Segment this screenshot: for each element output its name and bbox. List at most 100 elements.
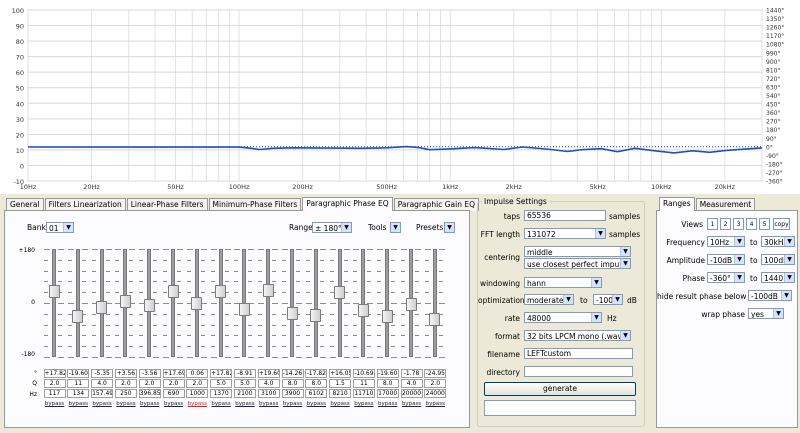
bypass-link[interactable]: bypass [258, 401, 280, 407]
filename-field[interactable]: LEFTcustom [524, 348, 633, 359]
bypass-link[interactable]: bypass [282, 401, 304, 407]
slider-track[interactable] [75, 249, 80, 357]
bypass-link[interactable]: bypass [424, 401, 446, 407]
frequency-value-field[interactable]: 1370 [210, 389, 233, 398]
slider-thumb[interactable] [143, 299, 155, 313]
q-value-field[interactable]: 5.0 [210, 379, 233, 388]
frequency-value-field[interactable]: 6102 [305, 389, 328, 398]
frequency-value-field[interactable]: 1000 [186, 389, 209, 398]
bypass-link[interactable]: bypass [234, 401, 256, 407]
view-button-1[interactable]: 1 [707, 218, 718, 230]
frequency-value-field[interactable]: 24000 [424, 389, 447, 398]
bypass-link[interactable]: bypass [115, 401, 137, 407]
view-button-4[interactable]: 4 [746, 218, 757, 230]
slider-thumb[interactable] [405, 298, 417, 312]
slider-track[interactable] [171, 249, 175, 357]
hide-phase-select[interactable]: -100dB ▼ [748, 290, 792, 301]
slider-track[interactable] [361, 249, 366, 357]
slider-thumb[interactable] [215, 285, 227, 299]
amplitude-from-select[interactable]: -10dB ▼ [707, 254, 745, 265]
generate-button[interactable]: generate [484, 382, 636, 396]
slider-track[interactable] [290, 249, 294, 357]
slider-thumb[interactable] [334, 286, 346, 300]
slider-thumb[interactable] [286, 306, 298, 320]
q-value-field[interactable]: 4.0 [257, 379, 280, 388]
phase-value-field[interactable]: -1.78 [400, 369, 423, 378]
frequency-value-field[interactable]: 157.49 [91, 389, 114, 398]
phase-value-field[interactable]: +17.69 [162, 369, 185, 378]
frequency-value-field[interactable]: 134 [67, 389, 90, 398]
slider-track[interactable] [313, 249, 318, 357]
amplitude-to-select[interactable]: 100dB ▼ [761, 254, 795, 265]
slider-thumb[interactable] [429, 313, 441, 327]
q-value-field[interactable]: 8.0 [281, 379, 304, 388]
phase-value-field[interactable]: -3.56 [138, 369, 161, 378]
q-value-field[interactable]: 11 [67, 379, 90, 388]
centering-mode-select[interactable]: use closest perfect impulse ▼ [524, 258, 631, 269]
bypass-link[interactable]: bypass [67, 401, 89, 407]
q-value-field[interactable]: 2.0 [424, 379, 447, 388]
tab-paragraphic-phase-eq[interactable]: Paragraphic Phase EQ [302, 197, 393, 211]
phase-value-field[interactable]: -5.35 [91, 369, 114, 378]
phase-value-field[interactable]: -19.60 [67, 369, 90, 378]
slider-track[interactable] [432, 249, 437, 357]
frequency-value-field[interactable]: 20000 [400, 389, 423, 398]
bypass-link[interactable]: bypass [163, 401, 185, 407]
q-value-field[interactable]: 2.0 [162, 379, 185, 388]
frequency-value-field[interactable]: 3100 [257, 389, 280, 398]
frequency-value-field[interactable]: 3900 [281, 389, 304, 398]
phase-value-field[interactable]: -8.91 [233, 369, 256, 378]
bypass-link[interactable]: bypass [305, 401, 327, 407]
directory-field[interactable] [524, 366, 633, 377]
slider-thumb[interactable] [96, 300, 108, 314]
slider-track[interactable] [218, 249, 223, 357]
frequency-from-select[interactable]: 10Hz ▼ [707, 236, 745, 247]
tab-ranges[interactable]: Ranges [659, 197, 695, 211]
q-value-field[interactable]: 11 [352, 379, 375, 388]
fft-length-select[interactable]: 131072 ▼ [524, 228, 606, 239]
slider-thumb[interactable] [191, 297, 203, 310]
q-value-field[interactable]: 2.0 [114, 379, 137, 388]
frequency-value-field[interactable]: 17000 [376, 389, 399, 398]
slider-thumb[interactable] [119, 294, 131, 308]
phase-from-select[interactable]: -360° ▼ [707, 272, 745, 283]
phase-to-select[interactable]: 1440° ▼ [761, 272, 795, 283]
frequency-value-field[interactable]: 2100 [233, 389, 256, 398]
slider-thumb[interactable] [167, 285, 179, 299]
rate-select[interactable]: 48000 ▼ [524, 312, 602, 323]
frequency-value-field[interactable]: 11710 [352, 389, 375, 398]
slider-thumb[interactable] [48, 285, 60, 299]
phase-value-field[interactable]: -24.95 [424, 369, 447, 378]
q-value-field[interactable]: 4.0 [91, 379, 114, 388]
view-button-3[interactable]: 3 [733, 218, 744, 230]
slider-track[interactable] [337, 249, 342, 357]
phase-value-field[interactable]: -19.60 [376, 369, 399, 378]
q-value-field[interactable]: 1.5 [329, 379, 352, 388]
frequency-value-field[interactable]: 690 [162, 389, 185, 398]
bypass-link[interactable]: bypass [91, 401, 113, 407]
phase-value-field[interactable]: +3.56 [114, 369, 137, 378]
optimization-db-select[interactable]: -100 ▼ [593, 294, 623, 305]
format-select[interactable]: 32 bits LPCM mono (.wav) ▼ [524, 330, 631, 341]
frequency-value-field[interactable]: 117 [43, 389, 66, 398]
phase-value-field[interactable]: +16.05 [329, 369, 352, 378]
frequency-value-field[interactable]: 250 [114, 389, 137, 398]
centering-select[interactable]: middle ▼ [524, 246, 631, 257]
phase-value-field[interactable]: -14.26 [281, 369, 304, 378]
phase-value-field[interactable]: -10.69 [352, 369, 375, 378]
bypass-link[interactable]: bypass [377, 401, 399, 407]
q-value-field[interactable]: 2.0 [186, 379, 209, 388]
slider-thumb[interactable] [381, 309, 393, 323]
slider-thumb[interactable] [238, 302, 250, 316]
frequency-value-field[interactable]: 396.85 [138, 389, 161, 398]
view-button-2[interactable]: 2 [720, 218, 731, 230]
q-value-field[interactable]: 5.0 [233, 379, 256, 388]
phase-value-field[interactable]: +17.82 [210, 369, 233, 378]
phase-value-field[interactable]: 0.06 [186, 369, 209, 378]
slider-track[interactable] [266, 249, 271, 357]
q-value-field[interactable]: 2.0 [138, 379, 161, 388]
view-button-5[interactable]: 5 [759, 218, 770, 230]
q-value-field[interactable]: 4.0 [400, 379, 423, 388]
bypass-link[interactable]: bypass [139, 401, 161, 407]
slider-thumb[interactable] [262, 284, 274, 298]
